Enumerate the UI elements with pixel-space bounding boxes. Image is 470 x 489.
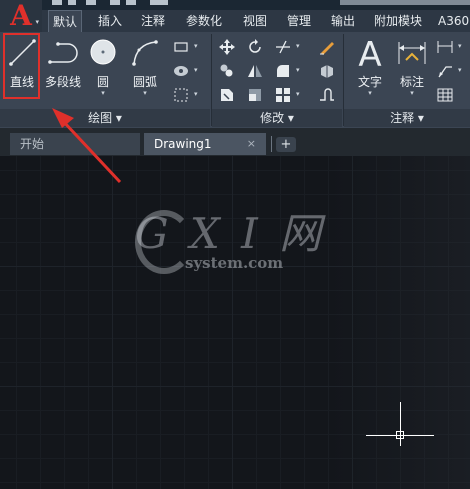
move-icon[interactable]: [218, 38, 236, 56]
circle-tool-label: 圆: [96, 75, 109, 89]
tab-annotate[interactable]: 注释: [137, 10, 169, 32]
file-tab-drawing1[interactable]: Drawing1 ×: [144, 133, 272, 155]
chevron-down-icon[interactable]: ▾: [194, 66, 198, 74]
array-icon[interactable]: [274, 86, 292, 104]
text-tool-label: 文字: [357, 75, 382, 89]
chevron-down-icon: ▾: [35, 18, 39, 26]
tab-addins[interactable]: 附加模块: [370, 10, 426, 32]
quick-access-icon[interactable]: [68, 0, 76, 5]
annotation-panel-title[interactable]: 注释 ▾: [344, 109, 470, 127]
quick-access-icon[interactable]: [150, 0, 168, 5]
scale-icon[interactable]: [246, 86, 264, 104]
chevron-down-icon[interactable]: ▾: [194, 42, 198, 50]
boundary-icon[interactable]: [172, 86, 190, 104]
text-tool-button[interactable]: A 文字 ▾: [350, 35, 390, 97]
polyline-tool-button[interactable]: 多段线: [42, 36, 84, 90]
erase-icon[interactable]: [318, 38, 336, 56]
arc-icon: [132, 40, 158, 66]
rectangle-icon[interactable]: [172, 38, 190, 56]
file-tab-start[interactable]: 开始: [10, 133, 140, 155]
tab-manage[interactable]: 管理: [283, 10, 315, 32]
arc-tool-button[interactable]: 圆弧 ▾: [126, 36, 164, 97]
chevron-down-icon[interactable]: ▾: [86, 90, 120, 97]
chevron-down-icon[interactable]: ▾: [458, 66, 462, 74]
rotate-icon[interactable]: [246, 38, 264, 56]
file-tab-label: 开始: [20, 137, 45, 151]
chevron-down-icon: ▾: [115, 111, 122, 125]
arc-tool-label: 圆弧: [132, 75, 157, 89]
tab-parametric[interactable]: 参数化: [182, 10, 226, 32]
chevron-down-icon[interactable]: ▾: [126, 90, 164, 97]
application-menu-button[interactable]: A ▾: [0, 0, 42, 32]
quick-access-icon[interactable]: [110, 0, 120, 5]
chevron-down-icon[interactable]: ▾: [296, 90, 300, 98]
polyline-icon: [48, 42, 78, 64]
new-tab-button[interactable]: +: [276, 137, 296, 152]
tab-default[interactable]: 默认: [48, 10, 83, 32]
explode-icon[interactable]: [318, 62, 336, 80]
quick-access-icon[interactable]: [86, 0, 96, 5]
autocad-logo-icon: A: [10, 0, 32, 32]
title-bar: [0, 0, 470, 10]
draw-panel-title[interactable]: 绘图 ▾: [0, 109, 210, 127]
tab-view[interactable]: 视图: [239, 10, 271, 32]
chevron-down-icon: ▾: [417, 111, 424, 125]
circle-tool-button[interactable]: 圆 ▾: [86, 36, 120, 97]
watermark-main-text: G X I 网: [135, 209, 326, 258]
modify-panel-title[interactable]: 修改 ▾: [212, 109, 342, 127]
crosshair-pickbox: [396, 431, 404, 439]
annotation-panel-title-label: 注释: [390, 111, 415, 125]
chevron-down-icon[interactable]: ▾: [458, 42, 462, 50]
file-tab-label: Drawing1: [154, 137, 212, 151]
dimension-icon: [398, 42, 426, 64]
trim-icon[interactable]: [274, 38, 292, 56]
quick-access-icon[interactable]: [126, 0, 136, 5]
svg-text:A: A: [358, 36, 381, 70]
tab-insert[interactable]: 插入: [94, 10, 126, 32]
offset-icon[interactable]: [318, 86, 336, 104]
chevron-down-icon[interactable]: ▾: [394, 90, 430, 97]
copy-icon[interactable]: [218, 62, 236, 80]
quick-access-icon[interactable]: [52, 0, 62, 5]
stretch-icon[interactable]: [218, 86, 236, 104]
window-title: [340, 0, 470, 5]
close-icon[interactable]: ×: [247, 133, 256, 155]
linear-dimension-icon[interactable]: [436, 38, 454, 56]
tab-output[interactable]: 输出: [327, 10, 359, 32]
leader-icon[interactable]: [436, 62, 454, 80]
draw-panel-title-label: 绘图: [88, 111, 113, 125]
dimension-tool-label: 标注: [399, 75, 424, 89]
circle-icon: [90, 39, 116, 65]
dimension-tool-button[interactable]: 标注 ▾: [394, 36, 430, 97]
chevron-down-icon[interactable]: ▾: [296, 66, 300, 74]
chevron-down-icon[interactable]: ▾: [194, 90, 198, 98]
tab-divider: [271, 136, 272, 152]
crosshair-cursor-vertical: [400, 402, 401, 446]
line-tool-highlight: [3, 33, 40, 99]
chevron-down-icon[interactable]: ▾: [350, 90, 390, 97]
watermark-sub-text: system.com: [185, 254, 284, 272]
text-icon: A: [358, 35, 381, 75]
watermark: G X I 网 system.com: [135, 200, 335, 280]
chevron-down-icon: ▾: [287, 111, 294, 125]
chevron-down-icon[interactable]: ▾: [296, 42, 300, 50]
hatch-icon[interactable]: [172, 62, 190, 80]
mirror-icon[interactable]: [246, 62, 264, 80]
modify-panel-title-label: 修改: [260, 111, 285, 125]
tab-a360[interactable]: A360: [434, 10, 470, 32]
table-icon[interactable]: [436, 86, 454, 104]
fillet-icon[interactable]: [274, 62, 292, 80]
polyline-tool-label: 多段线: [44, 75, 81, 89]
